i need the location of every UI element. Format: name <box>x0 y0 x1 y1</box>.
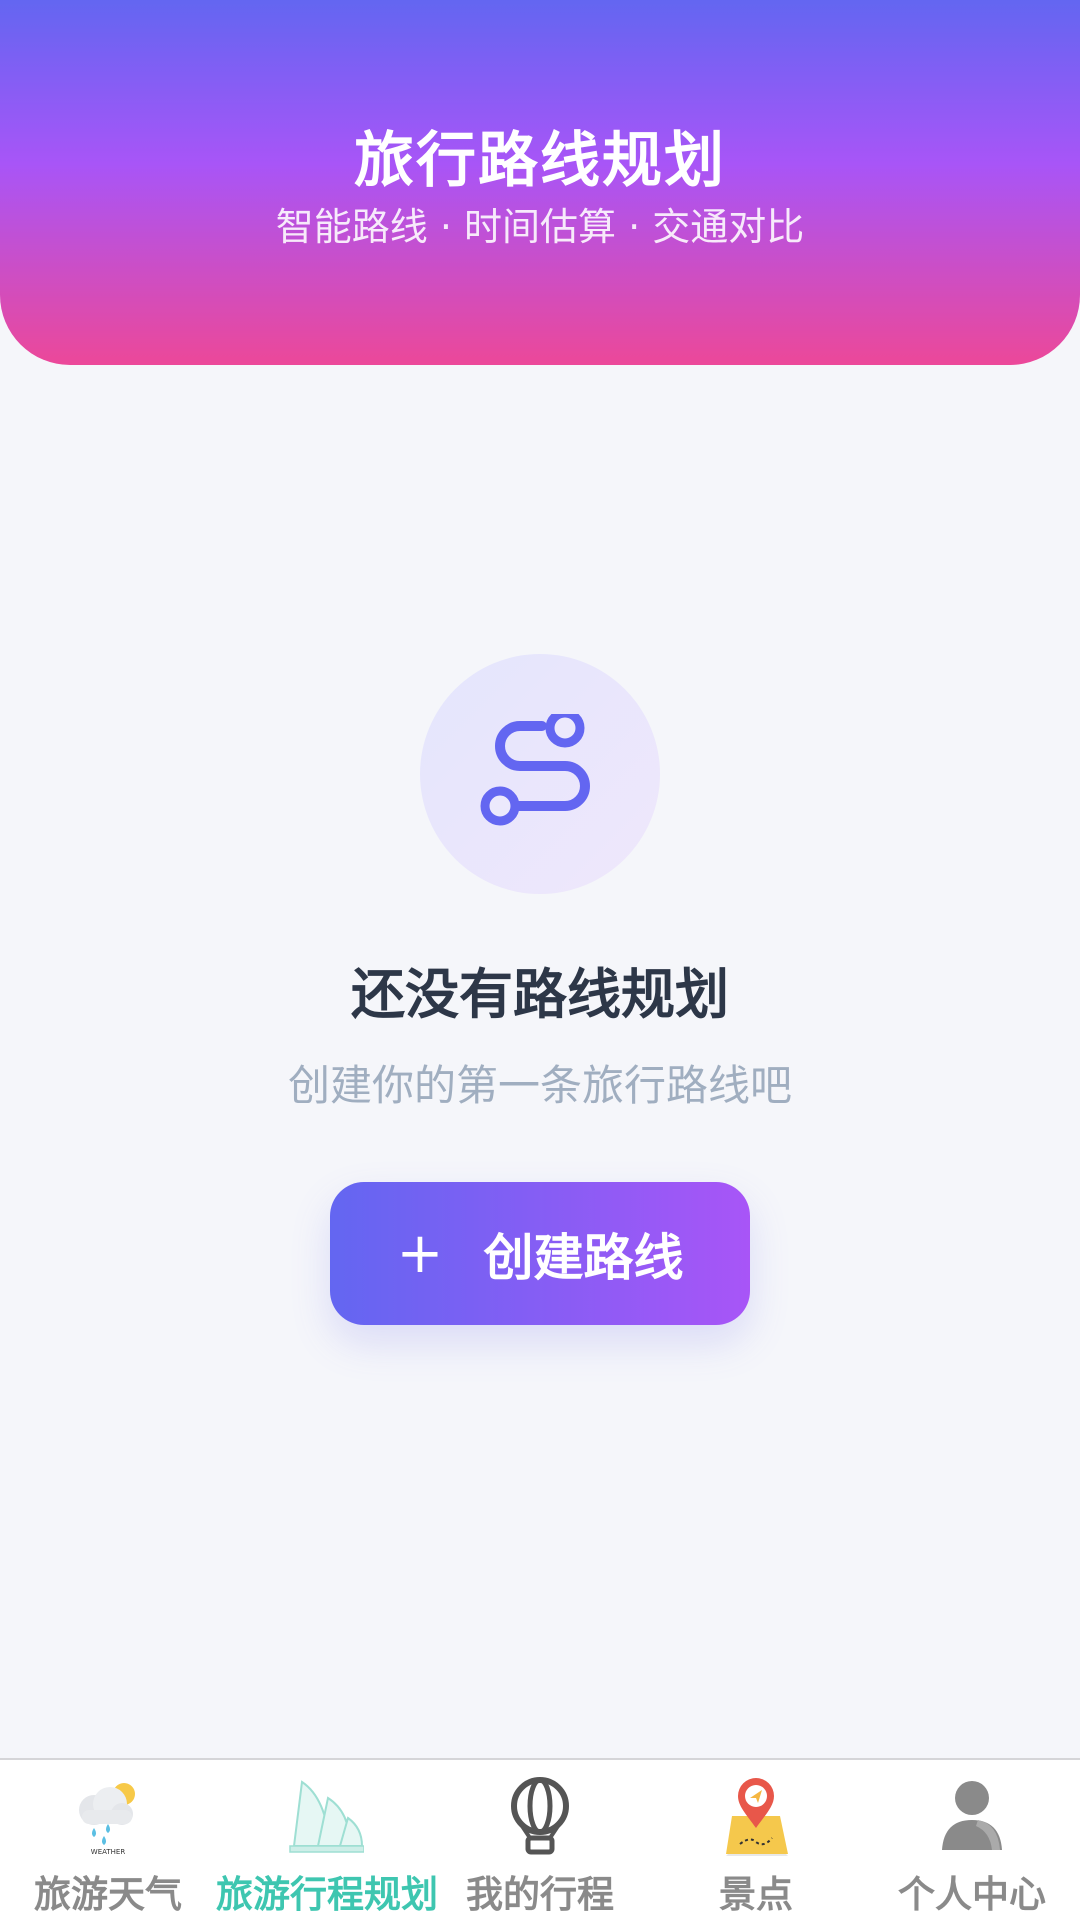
empty-state-icon-container <box>420 654 660 894</box>
svg-text:WEATHER: WEATHER <box>91 1848 126 1856</box>
tab-itinerary-planning[interactable]: 旅游行程规划 <box>216 1760 438 1922</box>
tab-label: 旅游天气 <box>34 1873 182 1916</box>
tab-profile[interactable]: 个人中心 <box>864 1760 1080 1922</box>
route-icon <box>480 714 590 826</box>
page-subtitle: 智能路线 · 时间估算 · 交通对比 <box>275 205 805 249</box>
tab-label: 我的行程 <box>466 1873 614 1916</box>
create-route-button[interactable]: + 创建路线 <box>330 1182 750 1325</box>
empty-state-subtitle: 创建你的第一条旅行路线吧 <box>287 1061 792 1110</box>
create-route-label: 创建路线 <box>483 1228 684 1287</box>
opera-house-icon <box>289 1780 364 1853</box>
bottom-tab-bar: WEATHER 旅游天气 旅游行程规划 我的行程 景点 个人中心 <box>0 1758 1080 1922</box>
empty-state-title: 还没有路线规划 <box>351 963 729 1026</box>
tab-label: 景点 <box>719 1873 793 1916</box>
hot-air-balloon-icon <box>511 1777 569 1855</box>
user-icon <box>942 1781 1002 1850</box>
weather-icon: WEATHER <box>79 1783 135 1856</box>
map-pin-icon <box>726 1778 788 1856</box>
page-title: 旅行路线规划 <box>354 126 726 196</box>
tab-weather[interactable]: WEATHER 旅游天气 <box>0 1760 216 1922</box>
tab-attractions[interactable]: 景点 <box>648 1760 864 1922</box>
tab-my-trips[interactable]: 我的行程 <box>432 1760 648 1922</box>
header: 旅行路线规划 智能路线 · 时间估算 · 交通对比 <box>0 0 1080 365</box>
tab-label: 个人中心 <box>898 1873 1046 1916</box>
tab-label: 旅游行程规划 <box>216 1873 438 1916</box>
plus-icon: + <box>396 1220 444 1286</box>
